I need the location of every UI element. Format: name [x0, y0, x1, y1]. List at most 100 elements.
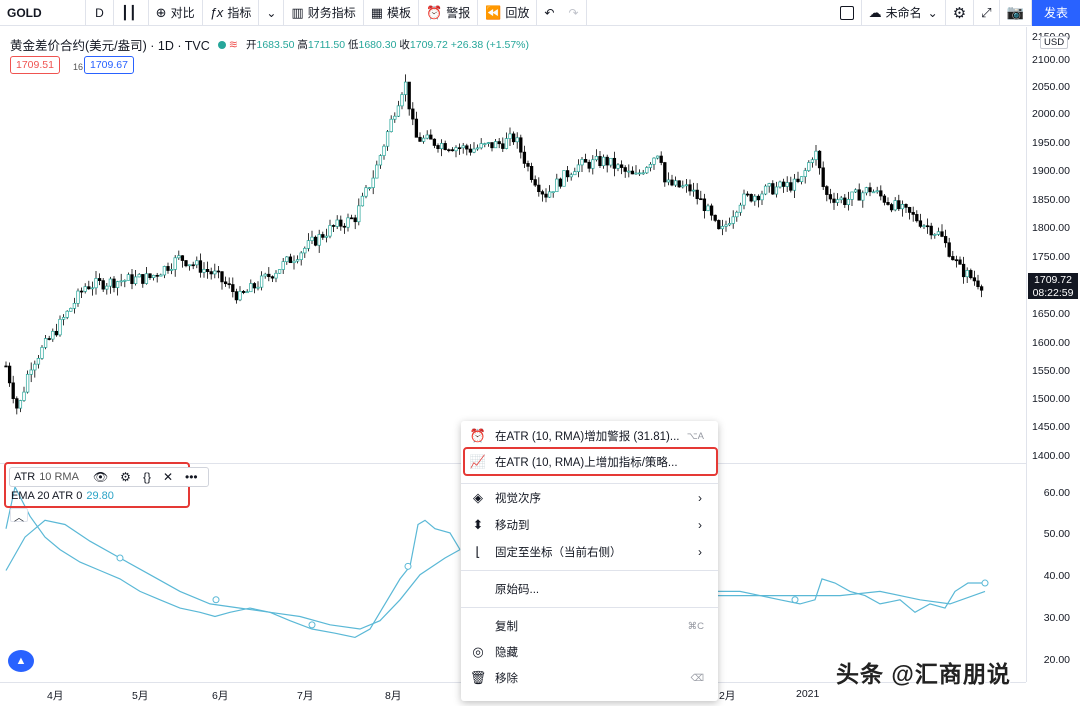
candle-body	[227, 283, 231, 286]
candle-body	[292, 260, 296, 264]
pin-to-scale-menu-item[interactable]: ⌊ 固定至坐标（当前右侧） ›	[461, 539, 718, 565]
fullscreen-button[interactable]: ⤢	[974, 0, 1000, 26]
candle-body	[943, 236, 948, 244]
fullscreen-layout-button[interactable]	[833, 0, 862, 26]
collapse-legend-button[interactable]: ︿	[10, 508, 28, 524]
currency-label[interactable]: USD	[1040, 36, 1069, 49]
candle-body	[771, 183, 775, 195]
time-axis-label: 8月	[385, 690, 402, 702]
candle-body	[897, 200, 901, 210]
candle-body	[418, 136, 422, 142]
candle-body	[15, 398, 19, 409]
publish-button[interactable]: 发表	[1032, 0, 1080, 26]
candle-body	[65, 310, 69, 318]
candle-body	[745, 193, 750, 196]
replay-button[interactable]: ⏪ 回放	[478, 0, 538, 26]
price-axis[interactable]: 2150.002100.002050.002000.001950.001900.…	[1026, 27, 1080, 682]
gear-icon[interactable]: ⚙	[120, 470, 131, 484]
candle-body	[497, 141, 501, 145]
indicator-legend[interactable]: ATR 10 RMA 👁 ⚙ {} ✕ •••	[9, 467, 209, 487]
hide-menu-item[interactable]: ◎ 隐藏	[461, 639, 718, 665]
watermark: 头条 @汇商朋说	[836, 661, 1011, 687]
candle-body	[645, 167, 649, 174]
menu-divider	[461, 607, 718, 608]
candle-body	[504, 138, 509, 149]
add-indicator-on-menu-item[interactable]: 📈 在ATR (10, RMA)上增加指标/策略...	[461, 449, 718, 475]
candle-body	[36, 358, 41, 365]
menu-label: 在ATR (10, RMA)上增加指标/策略...	[495, 457, 678, 469]
more-icon[interactable]: •••	[185, 470, 198, 484]
candle-body	[587, 161, 591, 169]
financials-button[interactable]: ▥ 财务指标	[284, 0, 364, 26]
close-icon[interactable]: ✕	[163, 470, 173, 484]
candle-body	[832, 198, 836, 203]
candle-body	[958, 259, 962, 265]
candle-body	[583, 159, 588, 163]
candle-body	[364, 187, 368, 197]
alert-button[interactable]: ⏰ 警报	[419, 0, 479, 26]
settings-button[interactable]: ⚙	[946, 0, 975, 26]
indicators-button[interactable]: ƒx 指标	[203, 0, 260, 26]
candle-body	[486, 142, 491, 144]
candle-body	[558, 178, 563, 187]
candle-body	[263, 273, 267, 277]
source-code-menu-item[interactable]: 原始码...	[461, 576, 718, 602]
candle-body	[843, 197, 847, 205]
menu-divider	[461, 570, 718, 571]
candle-body	[295, 259, 300, 262]
candle-body	[169, 269, 174, 271]
candle-body	[933, 234, 937, 236]
candle-body	[882, 195, 887, 203]
interval-button[interactable]: D	[86, 0, 114, 26]
redo-button[interactable]: ↷	[561, 0, 587, 26]
candle-body	[432, 138, 437, 146]
bars-icon: ▥	[291, 4, 304, 20]
copy-menu-item[interactable]: 复制 ⌘C	[461, 613, 718, 639]
snapshot-button[interactable]: 📷	[1000, 0, 1032, 26]
tradingview-logo-icon[interactable]: ▲	[8, 650, 34, 672]
undo-button[interactable]: ↶	[537, 0, 561, 26]
candle-body	[846, 199, 851, 205]
candle-body	[688, 184, 692, 192]
menu-label: 在ATR (10, RMA)增加警报 (31.81)...	[495, 431, 680, 443]
move-icon: ⬍	[472, 517, 484, 532]
candle-body	[681, 185, 685, 188]
candle-body	[961, 263, 966, 278]
candle-body	[724, 224, 728, 227]
indicators-dropdown[interactable]: ⌄	[259, 0, 285, 26]
camera-icon: 📷	[1006, 4, 1024, 20]
eye-icon[interactable]: 👁	[93, 470, 108, 484]
price-axis-label: 2050.00	[1032, 81, 1070, 93]
candle-body	[537, 184, 541, 193]
price-axis-label: 1900.00	[1032, 165, 1070, 177]
candlestick-series	[4, 74, 984, 415]
candle-body	[735, 211, 739, 218]
candle-body	[328, 225, 332, 237]
candle-body	[137, 274, 141, 278]
candle-body	[972, 277, 977, 282]
layout-name-button[interactable]: ☁ 未命名 ⌄	[862, 0, 946, 26]
candle-body	[119, 280, 123, 283]
remove-menu-item[interactable]: 🗑 移除 ⌫	[461, 665, 718, 691]
compare-button[interactable]: ⊕ 对比	[149, 0, 203, 26]
price-axis-label: 1500.00	[1032, 393, 1070, 405]
candle-body	[173, 257, 177, 270]
candle-body	[720, 226, 725, 230]
price-axis-label: 1950.00	[1032, 137, 1070, 149]
candle-body	[342, 225, 347, 228]
time-axis-label: 7月	[297, 690, 314, 702]
templates-button[interactable]: ▦ 模板	[364, 0, 420, 26]
move-to-menu-item[interactable]: ⬍ 移动到 ›	[461, 512, 718, 538]
candle-body	[115, 281, 120, 288]
add-alert-menu-item[interactable]: ⏰ 在ATR (10, RMA)增加警报 (31.81)... ⌥A	[461, 423, 718, 449]
braces-icon[interactable]: {}	[143, 470, 151, 484]
candle-body	[526, 163, 530, 167]
ema-label: EMA 20 ATR 0	[11, 490, 83, 502]
visual-order-menu-item[interactable]: ◈ 视觉次序 ›	[461, 485, 718, 511]
candle-body	[400, 94, 404, 107]
candle-body	[501, 143, 505, 149]
symbol-search[interactable]: GOLD	[0, 0, 86, 26]
chart-type-button[interactable]: ┃┃	[114, 0, 149, 26]
candle-body	[609, 157, 613, 166]
candle-body	[360, 195, 365, 207]
